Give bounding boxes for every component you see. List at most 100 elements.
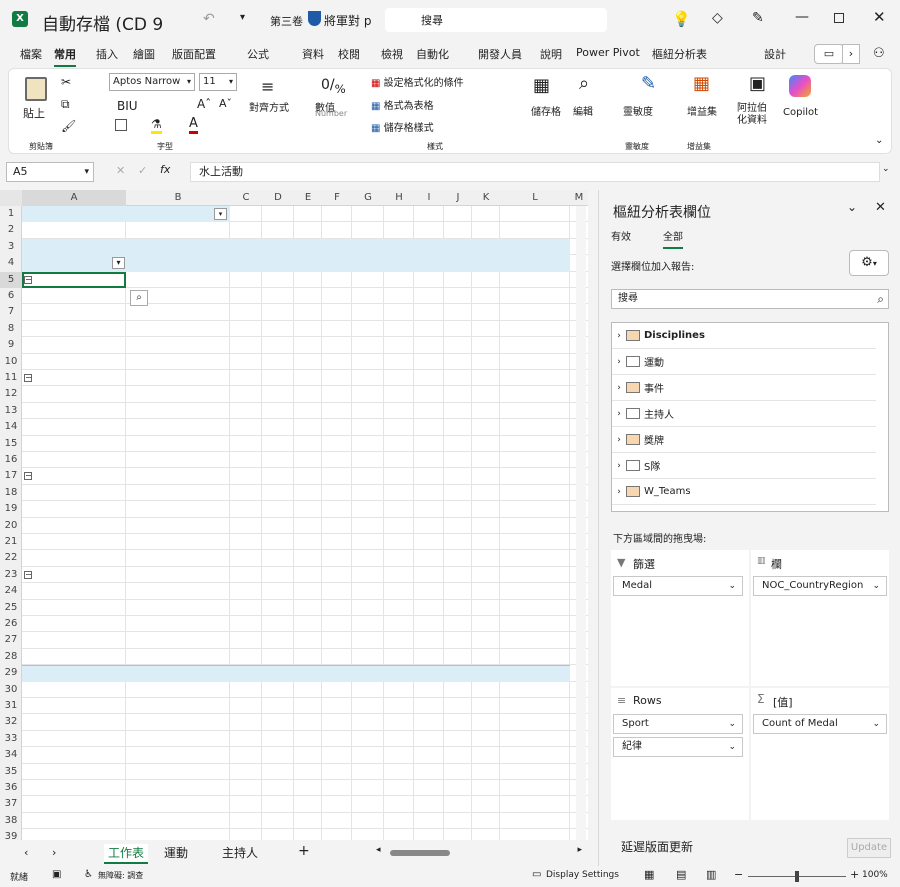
- value-cell[interactable]: [352, 666, 380, 682]
- cut-icon[interactable]: ✂: [61, 75, 71, 89]
- value-cell[interactable]: [414, 617, 440, 633]
- row-filter-icon[interactable]: ▾: [112, 257, 125, 270]
- value-cell[interactable]: [444, 453, 468, 469]
- value-cell[interactable]: [384, 354, 410, 370]
- value-cell[interactable]: [230, 354, 258, 370]
- value-cell[interactable]: [294, 436, 318, 452]
- column-header-L[interactable]: L: [500, 190, 570, 206]
- row-header[interactable]: 27: [0, 632, 22, 648]
- normal-view-icon[interactable]: ▦: [644, 868, 654, 881]
- value-cell[interactable]: [414, 321, 440, 337]
- filter-value-cell[interactable]: [128, 207, 228, 223]
- value-cell[interactable]: [126, 617, 226, 633]
- cell-styles-button[interactable]: ▦ 儲存格樣式: [371, 119, 434, 134]
- value-cell[interactable]: [500, 551, 564, 567]
- value-cell[interactable]: [230, 666, 258, 682]
- value-cell[interactable]: [472, 338, 496, 354]
- value-cell[interactable]: [294, 338, 318, 354]
- value-cell[interactable]: [230, 338, 258, 354]
- value-cell[interactable]: [126, 420, 226, 436]
- value-cell[interactable]: [230, 289, 258, 305]
- value-cell[interactable]: [262, 289, 290, 305]
- sum-label-cell[interactable]: [24, 239, 124, 255]
- pane-close-icon[interactable]: ✕: [875, 200, 886, 215]
- copy-icon[interactable]: ⧉: [61, 97, 70, 112]
- value-cell[interactable]: [230, 633, 258, 649]
- row-header[interactable]: 36: [0, 780, 22, 796]
- value-cell[interactable]: [126, 518, 226, 534]
- tab-pivottable[interactable]: 樞紐分析表: [652, 46, 707, 62]
- format-as-table-button[interactable]: ▦ 格式為表格: [371, 97, 434, 112]
- value-cell[interactable]: [322, 338, 348, 354]
- value-cell[interactable]: [352, 551, 380, 567]
- value-cell[interactable]: [126, 649, 226, 665]
- value-cell[interactable]: [414, 289, 440, 305]
- discipline-row-label[interactable]: [62, 338, 126, 354]
- value-cell[interactable]: [414, 354, 440, 370]
- value-cell[interactable]: [384, 518, 410, 534]
- active-cell-border[interactable]: [22, 271, 126, 288]
- discipline-row-label[interactable]: [50, 289, 126, 305]
- value-cell[interactable]: [444, 535, 468, 551]
- value-cell[interactable]: [444, 551, 468, 567]
- country-header-2[interactable]: [262, 256, 294, 272]
- row-header[interactable]: 16: [0, 452, 22, 468]
- tab-data[interactable]: 資料: [302, 46, 324, 62]
- value-cell[interactable]: [230, 387, 258, 403]
- value-cell[interactable]: [500, 289, 564, 305]
- field-search-input[interactable]: 搜尋 ⌕: [611, 289, 889, 309]
- value-cell[interactable]: [414, 453, 440, 469]
- country-header-7[interactable]: [414, 256, 444, 272]
- row-header[interactable]: 9: [0, 337, 22, 353]
- country-header-4[interactable]: [322, 256, 352, 272]
- value-cell[interactable]: [126, 305, 226, 321]
- value-cell[interactable]: [500, 321, 564, 337]
- value-cell[interactable]: [472, 551, 496, 567]
- grow-font-icon[interactable]: Aˆ: [197, 97, 211, 111]
- value-cell[interactable]: [352, 518, 380, 534]
- value-cell[interactable]: [500, 485, 564, 501]
- value-cell[interactable]: [500, 403, 564, 419]
- value-cell[interactable]: [472, 453, 496, 469]
- value-cell[interactable]: [500, 666, 564, 682]
- value-cell[interactable]: [414, 387, 440, 403]
- value-cell[interactable]: [472, 354, 496, 370]
- value-cell[interactable]: [384, 617, 410, 633]
- expand-field-icon[interactable]: ›: [612, 461, 626, 471]
- tab-active-fields[interactable]: 有效: [611, 228, 631, 243]
- tab-layout[interactable]: 版面配置: [172, 46, 216, 62]
- row-header[interactable]: 20: [0, 518, 22, 534]
- search-icon[interactable]: ⌕: [579, 73, 589, 94]
- value-cell[interactable]: [352, 305, 380, 321]
- value-cell[interactable]: [230, 617, 258, 633]
- values-area[interactable]: Σ [值] Count of Medal ⌄: [751, 688, 889, 820]
- value-cell[interactable]: [262, 453, 290, 469]
- value-cell[interactable]: [444, 502, 468, 518]
- sensitivity-label[interactable]: 靈敏度: [623, 103, 653, 118]
- value-cell[interactable]: [262, 584, 290, 600]
- value-cell[interactable]: [322, 289, 348, 305]
- value-cell[interactable]: [444, 338, 468, 354]
- value-cell[interactable]: [352, 649, 380, 665]
- copilot-label[interactable]: Copilot: [783, 107, 818, 118]
- cancel-icon[interactable]: ✕: [116, 164, 125, 177]
- value-cell[interactable]: [126, 666, 226, 682]
- value-cell[interactable]: [384, 649, 410, 665]
- value-cell[interactable]: [384, 584, 410, 600]
- value-cell[interactable]: [230, 551, 258, 567]
- add-sheet-icon[interactable]: +: [298, 843, 310, 859]
- discipline-row-label[interactable]: [50, 502, 126, 518]
- lightbulb-icon[interactable]: 💡: [672, 10, 691, 28]
- value-cell[interactable]: [126, 338, 226, 354]
- row-header[interactable]: 38: [0, 813, 22, 829]
- row-header[interactable]: 31: [0, 698, 22, 714]
- row-header[interactable]: 15: [0, 436, 22, 452]
- row-header[interactable]: 1: [0, 206, 22, 222]
- horizontal-scrollbar[interactable]: ◂ ▸: [376, 845, 582, 858]
- row-header[interactable]: 22: [0, 550, 22, 566]
- value-cell[interactable]: [126, 502, 226, 518]
- value-cell[interactable]: [414, 420, 440, 436]
- borders-icon[interactable]: [115, 119, 127, 131]
- insert-function-button[interactable]: fx: [160, 163, 170, 176]
- row-header[interactable]: 4: [0, 255, 22, 271]
